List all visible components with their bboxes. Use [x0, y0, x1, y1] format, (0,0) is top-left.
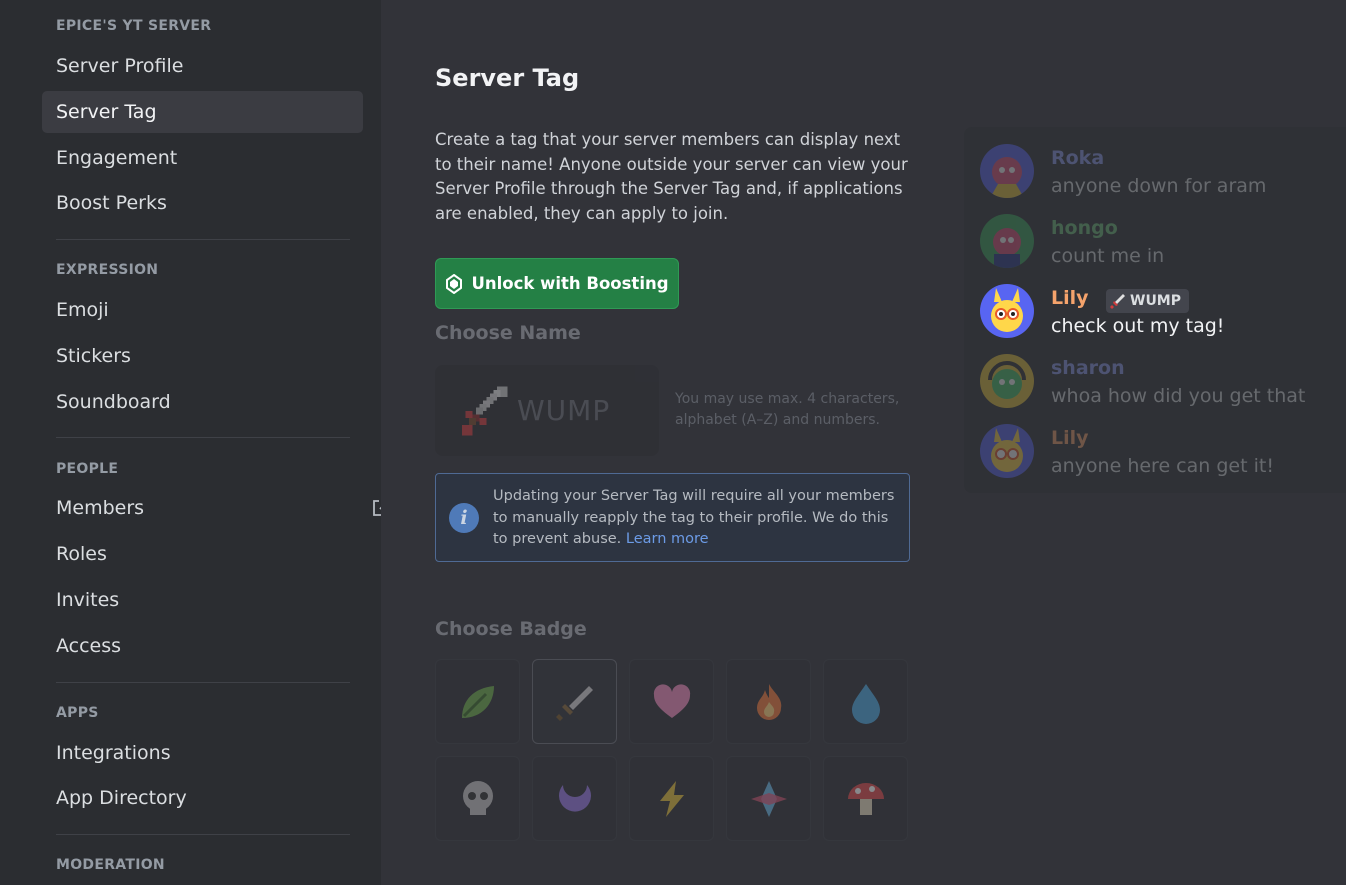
server-tag-text: WUMP	[1130, 293, 1182, 309]
boost-gem-icon	[446, 273, 463, 294]
mushroom-icon	[847, 782, 884, 815]
moon-icon	[558, 784, 591, 812]
avatar-sharon-icon	[980, 354, 1034, 408]
sidebar-item-soundboard[interactable]: Soundboard	[42, 381, 363, 423]
badge-option-heart[interactable]	[629, 659, 714, 744]
sidebar-item-access[interactable]: Access	[42, 625, 363, 667]
avatar	[980, 354, 1034, 408]
sidebar-item-server-profile[interactable]: Server Profile	[42, 45, 363, 87]
avatar	[980, 424, 1034, 478]
message-author: Lily	[1051, 287, 1089, 309]
water-drop-icon	[851, 683, 880, 724]
badge-option-leaf[interactable]	[435, 659, 520, 744]
sidebar-divider	[56, 682, 350, 683]
avatar	[980, 284, 1034, 338]
avatar-hongo-icon	[980, 214, 1034, 268]
sidebar-item-engagement[interactable]: Engagement	[42, 137, 363, 179]
section-header-expression: EXPRESSION	[56, 262, 159, 278]
lightning-icon	[659, 780, 684, 817]
info-notice-text: Updating your Server Tag will require al…	[493, 488, 895, 547]
badge-grid	[435, 659, 909, 845]
chat-message: hongo count me in	[980, 214, 1340, 270]
sidebar-item-app-directory[interactable]: App Directory	[42, 777, 363, 819]
badge-option-crystal[interactable]	[726, 756, 811, 841]
skull-icon	[462, 780, 493, 815]
section-header-apps: APPS	[56, 705, 99, 721]
avatar-lily-icon	[980, 424, 1034, 478]
leaf-icon	[461, 685, 494, 718]
sidebar-item-emoji[interactable]: Emoji	[42, 289, 363, 331]
page-description: Create a tag that your server members ca…	[435, 130, 908, 223]
external-link-icon	[373, 500, 381, 516]
sword-icon	[462, 386, 508, 435]
sidebar-item-integrations[interactable]: Integrations	[42, 732, 363, 774]
chat-message: Lily anyone here can get it!	[980, 424, 1340, 480]
tag-name-value: WUMP	[517, 394, 611, 427]
server-tag-chip: WUMP	[1106, 289, 1190, 313]
tag-name-hint: You may use max. 4 characters, alphabet …	[675, 391, 900, 428]
page-title: Server Tag	[435, 64, 580, 92]
badge-option-lightning[interactable]	[629, 756, 714, 841]
sidebar-item-server-tag[interactable]: Server Tag	[42, 91, 363, 133]
message-text: count me in	[1051, 245, 1165, 267]
settings-sidebar: EPICE'S YT SERVER Server Profile Server …	[0, 0, 381, 885]
sword-icon	[555, 685, 593, 721]
avatar-roka-icon	[980, 144, 1034, 198]
section-header-server: EPICE'S YT SERVER	[56, 18, 212, 34]
avatar-lily-icon	[980, 284, 1034, 338]
boost-button-label: Unlock with Boosting	[471, 274, 669, 293]
sidebar-item-boost-perks[interactable]: Boost Perks	[42, 182, 363, 224]
sidebar-item-label: Members	[56, 497, 145, 519]
avatar	[980, 214, 1034, 268]
choose-name-label: Choose Name	[435, 322, 581, 344]
sidebar-item-roles[interactable]: Roles	[42, 533, 363, 575]
sidebar-divider	[56, 239, 350, 240]
heart-icon	[653, 683, 690, 718]
crystal-icon	[750, 780, 787, 817]
tag-name-input[interactable]: WUMP	[435, 365, 659, 456]
message-text: whoa how did you get that	[1051, 385, 1306, 407]
badge-option-water-drop[interactable]	[823, 659, 908, 744]
badge-option-mushroom[interactable]	[823, 756, 908, 841]
sidebar-item-invites[interactable]: Invites	[42, 579, 363, 621]
info-notice: i Updating your Server Tag will require …	[435, 473, 910, 562]
badge-option-skull[interactable]	[435, 756, 520, 841]
chat-message: sharon whoa how did you get that	[980, 354, 1340, 410]
message-text: anyone down for aram	[1051, 175, 1267, 197]
message-author: hongo	[1051, 217, 1118, 239]
message-author: Lily	[1051, 427, 1089, 449]
section-header-people: PEOPLE	[56, 461, 119, 477]
section-header-moderation: MODERATION	[56, 857, 165, 873]
message-author: Roka	[1051, 147, 1105, 169]
sidebar-divider	[56, 437, 350, 438]
info-icon: i	[449, 503, 479, 533]
fire-icon	[756, 683, 781, 720]
avatar	[980, 144, 1034, 198]
unlock-with-boosting-button[interactable]: Unlock with Boosting	[435, 258, 679, 309]
sidebar-item-stickers[interactable]: Stickers	[42, 335, 363, 377]
sword-icon	[1110, 294, 1125, 309]
choose-badge-label: Choose Badge	[435, 618, 587, 640]
sidebar-divider	[56, 834, 350, 835]
chat-preview: Roka anyone down for aram hongo count me…	[964, 127, 1346, 493]
chat-message: Roka anyone down for aram	[980, 144, 1340, 200]
badge-option-fire[interactable]	[726, 659, 811, 744]
message-text: check out my tag!	[1051, 315, 1225, 337]
learn-more-link[interactable]: Learn more	[626, 531, 709, 547]
sidebar-item-members[interactable]: Members	[42, 487, 381, 529]
badge-option-moon[interactable]	[532, 756, 617, 841]
badge-option-sword[interactable]	[532, 659, 617, 744]
message-author: sharon	[1051, 357, 1125, 379]
message-text: anyone here can get it!	[1051, 455, 1274, 477]
chat-message: Lily WUMP check out my tag!	[980, 284, 1340, 340]
